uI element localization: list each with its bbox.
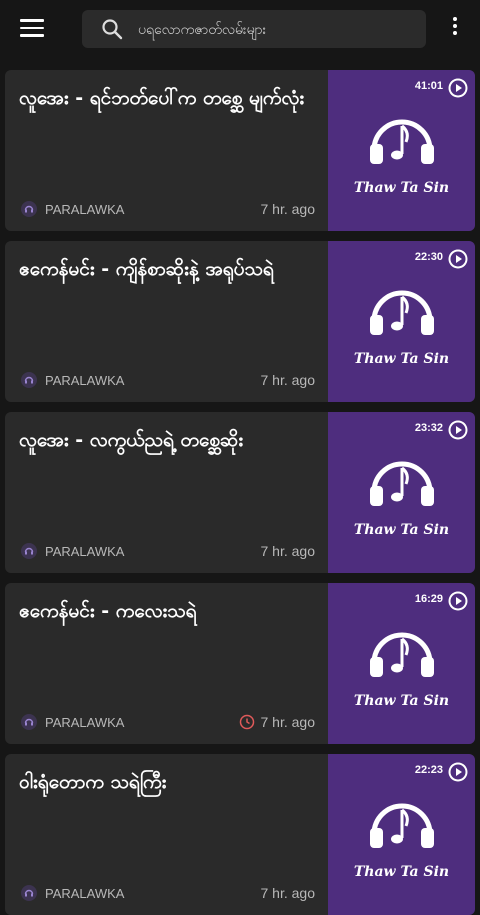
upload-time: 7 hr. ago — [239, 714, 316, 730]
channel-info[interactable]: PARALAWKA — [21, 201, 124, 217]
channel-info[interactable]: PARALAWKA — [21, 543, 124, 559]
channel-name: PARALAWKA — [45, 714, 125, 730]
video-card[interactable]: ဧကေန်မင်း - ကလေးသရဲ PARALAWKA 7 hr. ago … — [5, 583, 475, 744]
channel-info[interactable]: PARALAWKA — [21, 885, 124, 901]
upload-time: 7 hr. ago — [261, 201, 316, 217]
duration-label: 22:23 — [414, 764, 443, 776]
play-circle-icon[interactable] — [447, 761, 469, 783]
upload-time: 7 hr. ago — [261, 885, 316, 901]
search-icon[interactable] — [100, 17, 124, 41]
video-card[interactable]: လူအေး - ရင်ဘတ်ပေါ်က တစ္ဆေ မျက်လုံး PARAL… — [5, 70, 475, 231]
brand-logo-text: Thaw Ta Sin — [353, 864, 450, 880]
headphones-music-icon — [370, 290, 434, 335]
play-circle-icon[interactable] — [447, 248, 469, 270]
headphones-music-icon — [370, 632, 434, 677]
channel-info[interactable]: PARALAWKA — [21, 714, 124, 730]
search-bar[interactable] — [82, 10, 426, 48]
channel-name: PARALAWKA — [45, 885, 125, 901]
video-title[interactable]: ဧကေန်မင်း - ကျိန်စာဆိုးနဲ့ အရုပ်သရဲ — [19, 255, 319, 283]
menu-icon[interactable] — [20, 19, 44, 39]
channel-avatar-icon — [21, 201, 37, 217]
headphones-music-icon — [370, 803, 434, 848]
upload-time-text: 7 hr. ago — [260, 543, 316, 559]
video-title[interactable]: လူအေး - လကွယ်ညရဲ့ တစ္ဆေဆိုး — [19, 426, 319, 454]
duration-label: 22:30 — [414, 251, 443, 263]
channel-avatar-icon — [21, 543, 37, 559]
upload-time-text: 7 hr. ago — [260, 885, 316, 901]
channel-name: PARALAWKA — [45, 543, 125, 559]
clock-icon — [239, 714, 254, 730]
headphones-music-icon — [370, 119, 434, 164]
video-thumbnail[interactable]: 41:01 Thaw Ta Sin — [328, 70, 475, 231]
brand-logo-text: Thaw Ta Sin — [353, 351, 450, 367]
more-vert-icon[interactable] — [450, 17, 460, 41]
video-card[interactable]: ဝါးရုံတောက သရဲကြီး PARALAWKA 7 hr. ago 2… — [5, 754, 475, 915]
play-circle-icon[interactable] — [447, 419, 469, 441]
video-thumbnail[interactable]: 22:30 Thaw Ta Sin — [328, 241, 475, 402]
video-title[interactable]: ဝါးရုံတောက သရဲကြီး — [19, 768, 319, 796]
headphones-music-icon — [370, 461, 434, 506]
video-thumbnail[interactable]: 22:23 Thaw Ta Sin — [328, 754, 475, 915]
upload-time: 7 hr. ago — [261, 372, 316, 388]
top-app-bar — [0, 0, 480, 60]
channel-avatar-icon — [21, 714, 37, 730]
play-circle-icon[interactable] — [447, 590, 469, 612]
upload-time-text: 7 hr. ago — [260, 372, 316, 388]
video-thumbnail[interactable]: 23:32 Thaw Ta Sin — [328, 412, 475, 573]
video-title[interactable]: လူအေး - ရင်ဘတ်ပေါ်က တစ္ဆေ မျက်လုံး — [19, 84, 319, 112]
video-card[interactable]: ဧကေန်မင်း - ကျိန်စာဆိုးနဲ့ အရုပ်သရဲ PARA… — [5, 241, 475, 402]
upload-time: 7 hr. ago — [261, 543, 316, 559]
duration-label: 23:32 — [414, 422, 443, 434]
channel-avatar-icon — [21, 372, 37, 388]
video-card[interactable]: လူအေး - လကွယ်ညရဲ့ တစ္ဆေဆိုး PARALAWKA 7 … — [5, 412, 475, 573]
search-input[interactable] — [136, 18, 410, 42]
brand-logo-text: Thaw Ta Sin — [353, 522, 450, 538]
channel-name: PARALAWKA — [45, 201, 125, 217]
upload-time-text: 7 hr. ago — [260, 201, 316, 217]
channel-avatar-icon — [21, 885, 37, 901]
video-thumbnail[interactable]: 16:29 Thaw Ta Sin — [328, 583, 475, 744]
channel-info[interactable]: PARALAWKA — [21, 372, 124, 388]
duration-label: 16:29 — [414, 593, 443, 605]
video-title[interactable]: ဧကေန်မင်း - ကလေးသရဲ — [19, 597, 319, 625]
upload-time-text: 7 hr. ago — [260, 714, 316, 730]
play-circle-icon[interactable] — [447, 77, 469, 99]
brand-logo-text: Thaw Ta Sin — [353, 693, 450, 709]
duration-label: 41:01 — [414, 80, 443, 92]
channel-name: PARALAWKA — [45, 372, 125, 388]
brand-logo-text: Thaw Ta Sin — [353, 180, 450, 196]
